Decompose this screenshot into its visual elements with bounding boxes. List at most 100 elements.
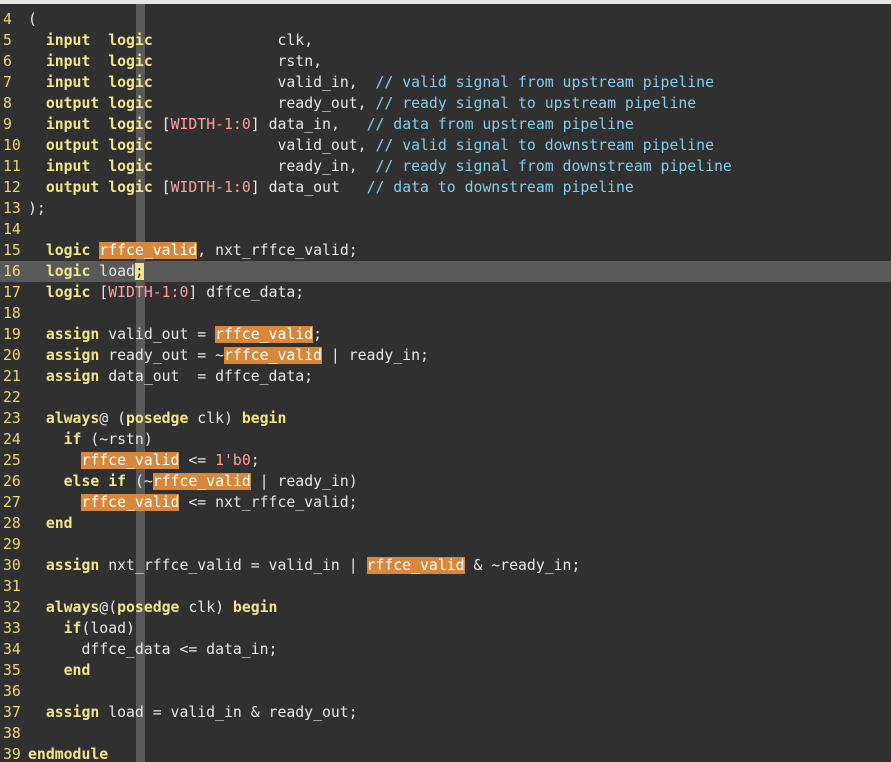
search-match-highlight: rffce_valid [215,326,314,343]
keyword-token: input [45,74,91,91]
code-line[interactable]: 30 assign nxt_rffce_valid = valid_in | r… [0,555,891,576]
code-line[interactable]: 12 output logic [WIDTH-1:0] data_out // … [0,177,891,198]
line-code: dffce_data <= data_in; [28,639,277,660]
line-code: assign data_out = dffce_data; [28,366,313,387]
code-line[interactable]: 35 end [0,660,891,681]
code-text: valid_out, [152,137,376,154]
line-code: assign valid_out = rffce_valid; [28,324,322,345]
code-line[interactable]: 23 always@ (posedge clk) begin [0,408,891,429]
line-number: 38 [3,725,21,742]
code-line[interactable]: 19 assign valid_out = rffce_valid; [0,324,891,345]
keyword-token: input [45,116,91,133]
line-number: 8 [3,95,12,112]
line-code: logic [WIDTH-1:0] dffce_data; [28,282,304,303]
line-number: 14 [3,221,21,238]
code-text: , nxt_rffce_valid; [197,242,358,259]
code-text: ; [250,452,260,469]
code-text: ; [313,326,323,343]
code-line[interactable]: 17 logic [WIDTH-1:0] dffce_data; [0,282,891,303]
code-line[interactable]: 33 if(load) [0,618,891,639]
code-line[interactable]: 5 input logic clk, [0,30,891,51]
keyword-token: input [45,158,91,175]
comment-token: // valid signal to downstream pipeline [375,137,714,154]
search-match-highlight: rffce_valid [81,494,180,511]
line-number: 23 [3,410,21,427]
line-number: 19 [3,326,21,343]
code-line[interactable]: 24 if (~rstn) [0,429,891,450]
code-line[interactable]: 26 else if (~rffce_valid | ready_in) [0,471,891,492]
keyword-token: end [63,662,91,679]
code-line[interactable]: 11 input logic ready_in, // ready signal… [0,156,891,177]
keyword-token: if [63,620,82,637]
code-text: rstn, [152,53,323,70]
line-number: 39 [3,746,21,762]
code-line[interactable]: 20 assign ready_out = ~rffce_valid | rea… [0,345,891,366]
code-line[interactable]: 18 [0,303,891,324]
code-text: load = valid_in & ready_out; [99,704,358,721]
line-code: if (~rstn) [28,429,153,450]
keyword-token: else [63,473,100,490]
code-line[interactable]: 32 always@(posedge clk) begin [0,597,891,618]
code-line[interactable]: 36 [0,681,891,702]
constant-token: WIDTH-1:0 [108,284,189,301]
line-code: end [28,513,73,534]
line-number: 16 [3,263,21,280]
code-line[interactable]: 31 [0,576,891,597]
code-line[interactable]: 8 output logic ready_out, // ready signa… [0,93,891,114]
code-line[interactable]: 15 logic rffce_valid, nxt_rffce_valid; [0,240,891,261]
code-line[interactable]: 21 assign data_out = dffce_data; [0,366,891,387]
code-line[interactable]: 14 [0,219,891,240]
line-number: 10 [3,137,21,154]
code-text: [ [152,116,171,133]
line-code: always@ (posedge clk) begin [28,408,287,429]
code-line[interactable]: 39 endmodule [0,744,891,762]
line-code: else if (~rffce_valid | ready_in) [28,471,358,492]
line-number: 29 [3,536,21,553]
line-number: 36 [3,683,21,700]
code-text: [ [90,284,109,301]
line-number: 31 [3,578,21,595]
code-line[interactable]: 25 rffce_valid <= 1'b0; [0,450,891,471]
code-line[interactable]: 34 dffce_data <= data_in; [0,639,891,660]
keyword-token: posedge [117,599,180,616]
code-text: ready_out = ~ [99,347,224,364]
line-number: 21 [3,368,21,385]
code-line[interactable]: 29 [0,534,891,555]
line-code: assign load = valid_in & ready_out; [28,702,358,723]
code-line[interactable]: 22 [0,387,891,408]
code-line[interactable]: 4( [0,9,891,30]
code-line[interactable]: 37 assign load = valid_in & ready_out; [0,702,891,723]
code-line[interactable]: 13); [0,198,891,219]
code-text: load [90,263,135,280]
line-number: 6 [3,53,12,70]
code-line[interactable]: 7 input logic valid_in, // valid signal … [0,72,891,93]
line-number: 18 [3,305,21,322]
code-line[interactable]: 9 input logic [WIDTH-1:0] data_in, // da… [0,114,891,135]
type-token: logic [108,137,153,154]
constant-token: 1'b0 [215,452,251,469]
code-line[interactable]: 6 input logic rstn, [0,51,891,72]
code-line[interactable]: 27 rffce_valid <= nxt_rffce_valid; [0,492,891,513]
comment-token: // data from upstream pipeline [366,116,634,133]
keyword-token: input [45,32,91,49]
code-line-current[interactable]: 16 logic load; [0,261,891,282]
keyword-token: output [45,179,100,196]
code-line[interactable]: 28 end [0,513,891,534]
code-editor[interactable]: 4(5 input logic clk, 6 input logic rstn, 7… [0,0,891,762]
line-number: 13 [3,200,21,217]
line-code: always@(posedge clk) begin [28,597,278,618]
code-line[interactable]: 38 [0,723,891,744]
code-line[interactable]: 10 output logic valid_out, // valid sign… [0,135,891,156]
line-number: 7 [3,74,12,91]
